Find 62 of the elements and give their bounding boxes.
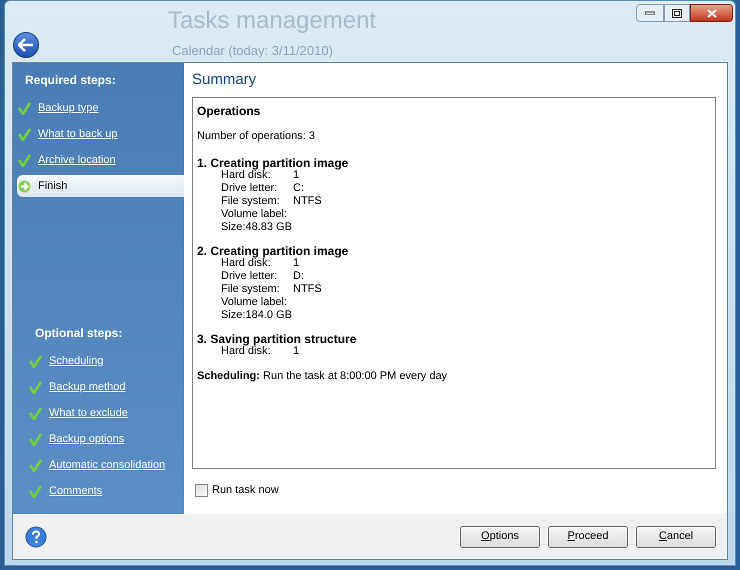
operations-count: Number of operations: 3 (197, 129, 316, 144)
checkmark-icon (29, 380, 42, 394)
field-value: 1 (293, 169, 300, 182)
step-link[interactable]: Automatic consolidation (49, 456, 166, 474)
field-label: Hard disk: (221, 345, 271, 358)
field-value: 1 (293, 257, 300, 270)
field-value: 1 (293, 345, 300, 358)
close-icon (706, 8, 716, 18)
scheduling-text: Scheduling: Run the task at 8:00:00 PM every day (197, 369, 448, 384)
help-icon[interactable] (25, 526, 47, 548)
field-value: NTFS (293, 283, 322, 296)
dialog-button[interactable]: Proceed (548, 526, 628, 548)
dialog-button[interactable]: Cancel (636, 526, 716, 548)
checkmark-icon (29, 406, 42, 420)
field-label: Hard disk: (221, 169, 271, 182)
step-link[interactable]: What to back up (38, 126, 118, 142)
field-value: C: (293, 182, 304, 195)
checkbox-label: Run task now (212, 483, 279, 498)
field-text: Size:48.83 GB (221, 221, 292, 234)
checkmark-icon (18, 154, 31, 166)
sidebar-item[interactable]: Finish (17, 175, 184, 197)
step-link[interactable]: Comments (49, 482, 102, 500)
field-label: Drive letter: (221, 270, 278, 283)
minimize-icon (645, 11, 655, 15)
dialog-button[interactable]: Options (460, 526, 540, 548)
checkmark-icon (18, 128, 31, 140)
step-link[interactable]: Backup options (49, 430, 124, 448)
operation-title: 3. Saving partition structure (197, 331, 358, 345)
step-link[interactable]: What to exclude (49, 404, 128, 422)
step-link[interactable]: Backup type (38, 100, 99, 116)
step-link[interactable]: Archive location (38, 152, 116, 168)
minimize-button[interactable] (636, 4, 664, 22)
section-heading: Optional steps: (35, 325, 124, 342)
field-label: File system: (221, 195, 281, 208)
page-title: Summary (192, 70, 258, 90)
checkmark-icon (29, 484, 42, 498)
arrow-icon (18, 180, 31, 192)
checkmark-icon (18, 102, 31, 114)
restore-icon (672, 8, 682, 18)
field-label: File system: (221, 283, 281, 296)
checkmark-icon (29, 354, 42, 368)
step-link[interactable]: Scheduling (49, 352, 104, 370)
field-value: NTFS (293, 195, 322, 208)
maximize-button[interactable] (664, 4, 690, 22)
close-button[interactable] (690, 4, 733, 22)
operation-title: 1. Creating partition image (197, 155, 350, 169)
field-value: D: (293, 270, 304, 283)
section-heading: Required steps: (25, 72, 117, 89)
section-heading: Operations (197, 103, 262, 120)
field-text: Size:184.0 GB (221, 309, 292, 322)
back-arrow-icon (18, 38, 34, 52)
background-subtitle: Calendar (today: 3/11/2010) (172, 42, 333, 60)
checkbox[interactable] (195, 484, 208, 497)
field-label: Hard disk: (221, 257, 271, 270)
field-label: Drive letter: (221, 182, 278, 195)
field-label: Volume label: (221, 208, 288, 221)
operation-title: 2. Creating partition image (197, 243, 350, 257)
checkmark-icon (29, 432, 42, 446)
back-button[interactable] (13, 32, 39, 58)
checkmark-icon (29, 458, 42, 472)
field-label: Volume label: (221, 296, 288, 309)
step-link[interactable]: Backup method (49, 378, 126, 396)
